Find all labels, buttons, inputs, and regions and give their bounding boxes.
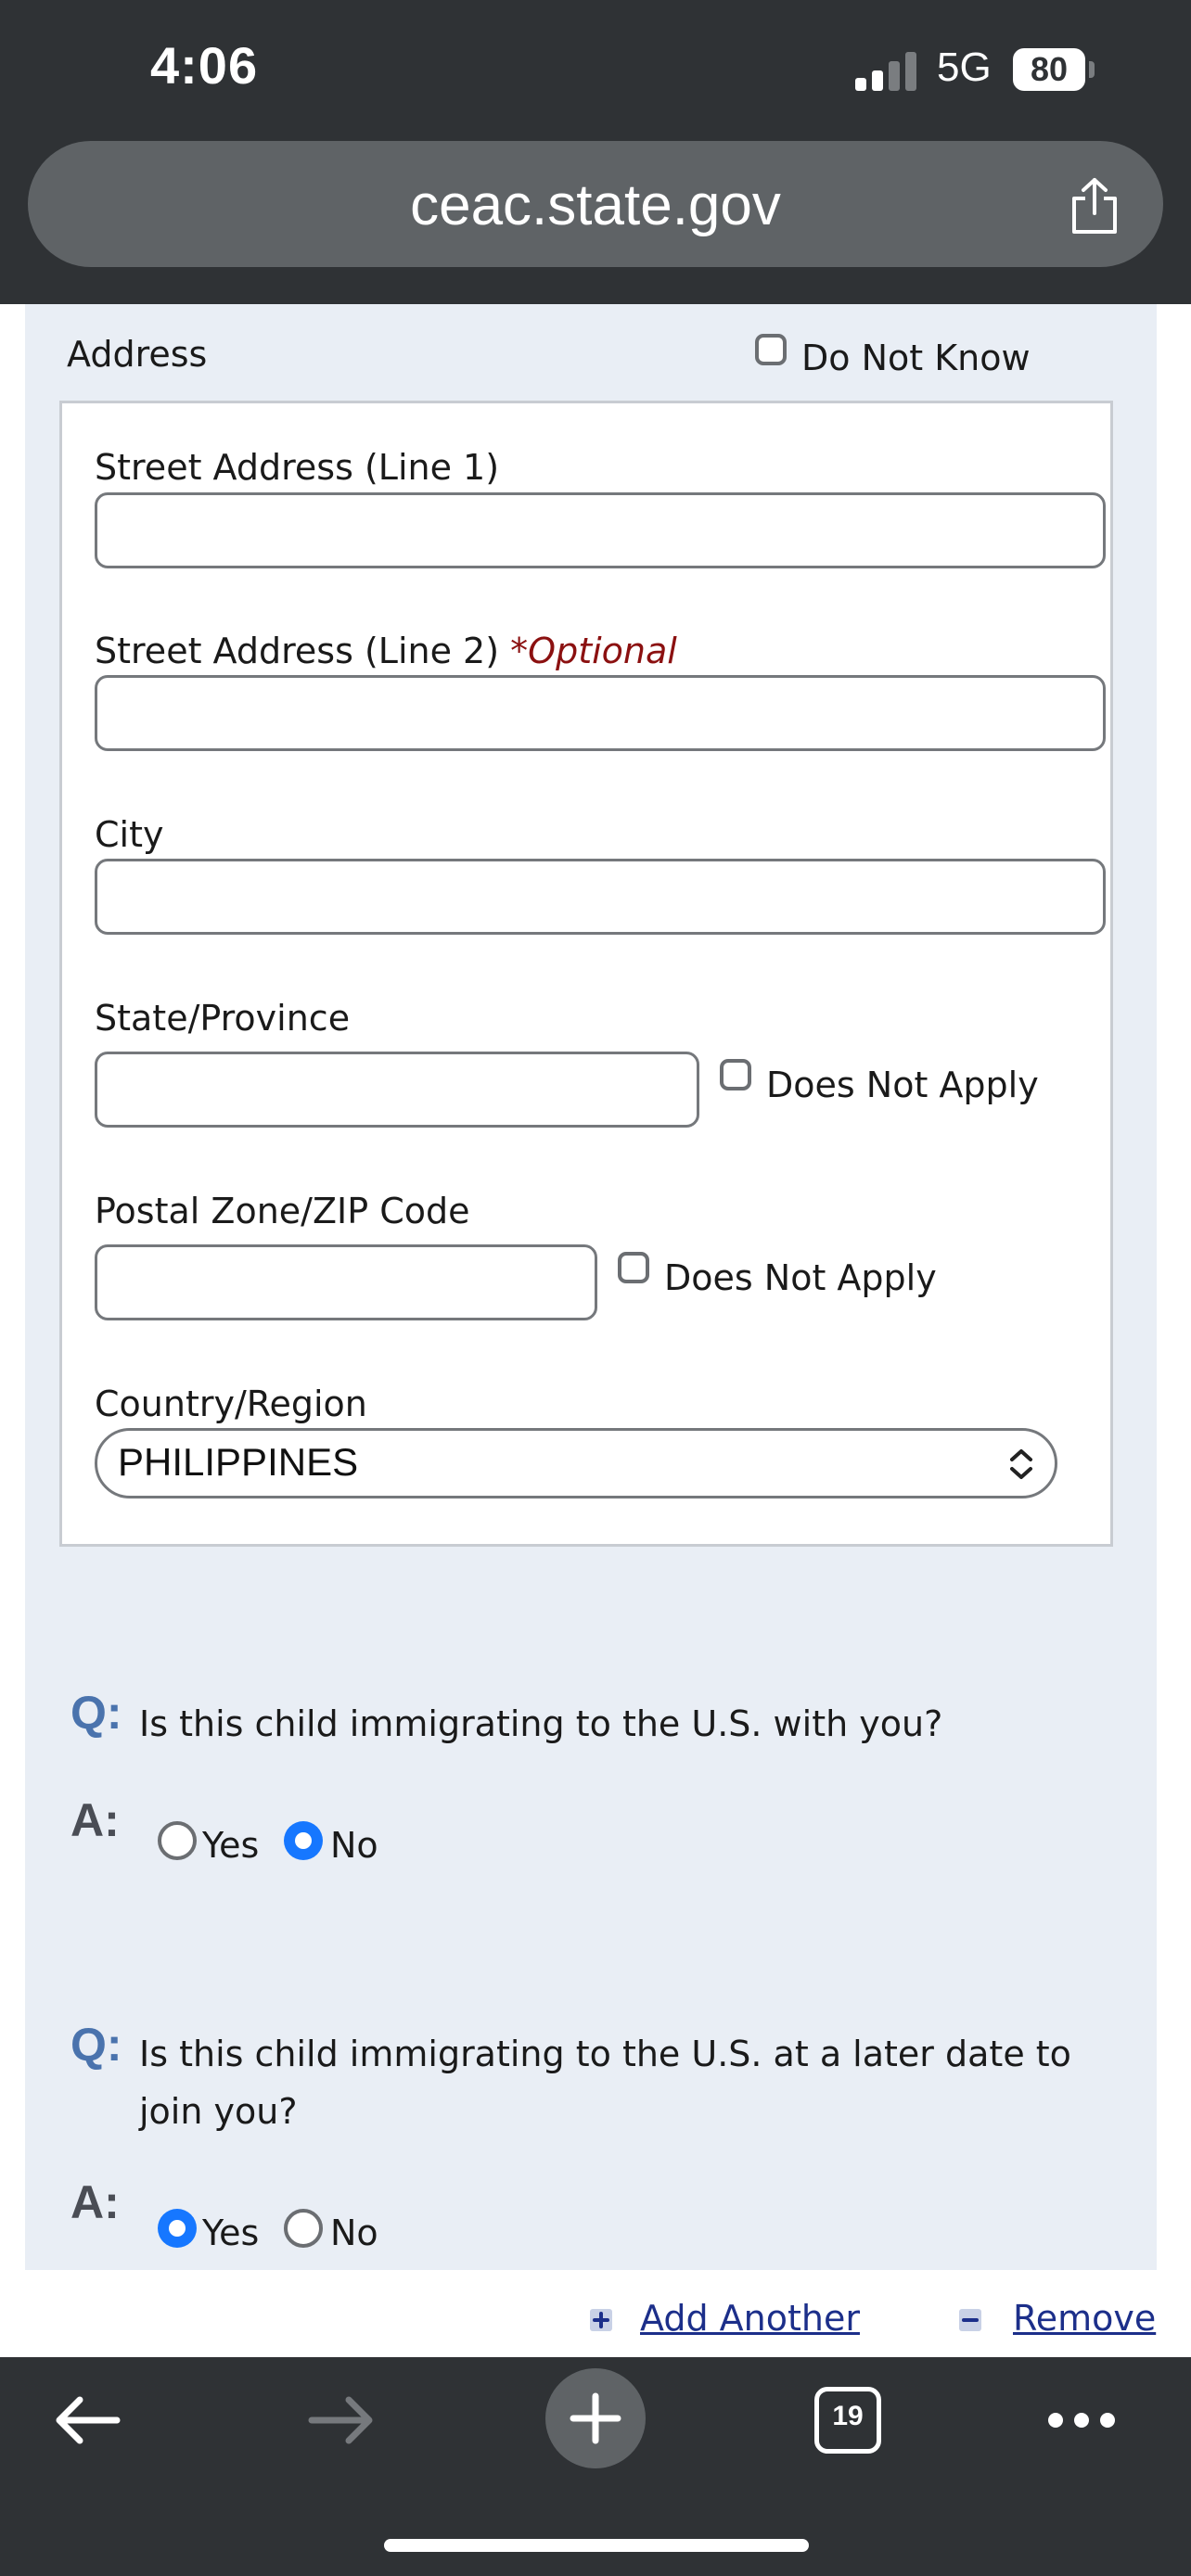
status-time: 4:06 [150,36,259,95]
cellular-signal-icon [855,48,920,91]
q1-no-radio[interactable] [284,1821,323,1860]
question-2-line-2: join you? [139,2091,298,2132]
question-marker: Q: [70,2019,122,2071]
postal-label: Postal Zone/ZIP Code [95,1191,470,1231]
street1-label: Street Address (Line 1) [95,447,500,488]
postal-does-not-apply-checkbox[interactable] [618,1252,649,1283]
plus-icon [570,2392,621,2444]
street2-input[interactable] [95,675,1106,751]
network-type: 5G [937,45,992,90]
home-indicator [384,2539,809,2552]
state-does-not-apply-checkbox[interactable] [720,1059,751,1090]
remove-icon[interactable] [957,2307,983,2333]
street1-input[interactable] [95,492,1106,568]
more-options-icon[interactable] [1046,2409,1117,2431]
tabs-button[interactable]: 19 [814,2387,881,2454]
tab-count: 19 [832,2401,864,2431]
url-text[interactable]: ceac.state.gov [28,172,1163,238]
question-2-text: Is this child immigrating to the U.S. at… [139,2025,1071,2140]
back-arrow-icon[interactable] [52,2392,122,2448]
postal-input[interactable] [95,1244,597,1320]
city-input[interactable] [95,859,1106,935]
country-select[interactable]: PHILIPPINES [95,1428,1057,1498]
optional-marker: *Optional [510,631,677,671]
do-not-know-checkbox[interactable] [755,334,787,365]
postal-does-not-apply-label: Does Not Apply [664,1257,937,1298]
answer-marker: A: [70,2176,120,2228]
remove-link[interactable]: Remove [1013,2298,1156,2339]
address-panel [59,401,1113,1547]
add-another-link[interactable]: Add Another [640,2298,860,2339]
country-label: Country/Region [95,1384,367,1424]
q2-no-label: No [330,2213,378,2253]
q2-no-radio[interactable] [284,2209,323,2248]
q2-yes-radio[interactable] [158,2209,197,2248]
do-not-know-label: Do Not Know [801,338,1031,378]
q1-yes-label: Yes [202,1825,260,1866]
battery-tip [1089,61,1095,78]
answer-marker: A: [70,1794,120,1846]
q2-yes-label: Yes [202,2213,260,2253]
city-label: City [95,814,164,855]
new-tab-button[interactable] [545,2368,646,2468]
address-label: Address [67,334,208,375]
q1-yes-radio[interactable] [158,1821,197,1860]
add-icon[interactable] [588,2307,614,2333]
address-bar[interactable]: ceac.state.gov [28,141,1163,267]
state-label: State/Province [95,998,351,1039]
street2-label: Street Address (Line 2) *Optional [95,631,677,671]
question-2-line-1: Is this child immigrating to the U.S. at… [139,2034,1071,2074]
state-input[interactable] [95,1052,699,1128]
state-does-not-apply-label: Does Not Apply [766,1065,1039,1105]
question-marker: Q: [70,1687,122,1739]
share-icon[interactable] [1067,176,1122,236]
country-selected-value: PHILIPPINES [118,1440,359,1484]
chevron-up-down-icon [1010,1449,1032,1479]
status-and-url-bar: 4:06 5G 80 ceac.state.gov [0,0,1191,304]
battery-icon: 80 [1013,48,1085,91]
q1-no-label: No [330,1825,378,1866]
question-1-text: Is this child immigrating to the U.S. wi… [139,1703,943,1744]
forward-arrow-icon[interactable] [306,2392,377,2448]
street2-label-text: Street Address (Line 2) [95,631,500,671]
